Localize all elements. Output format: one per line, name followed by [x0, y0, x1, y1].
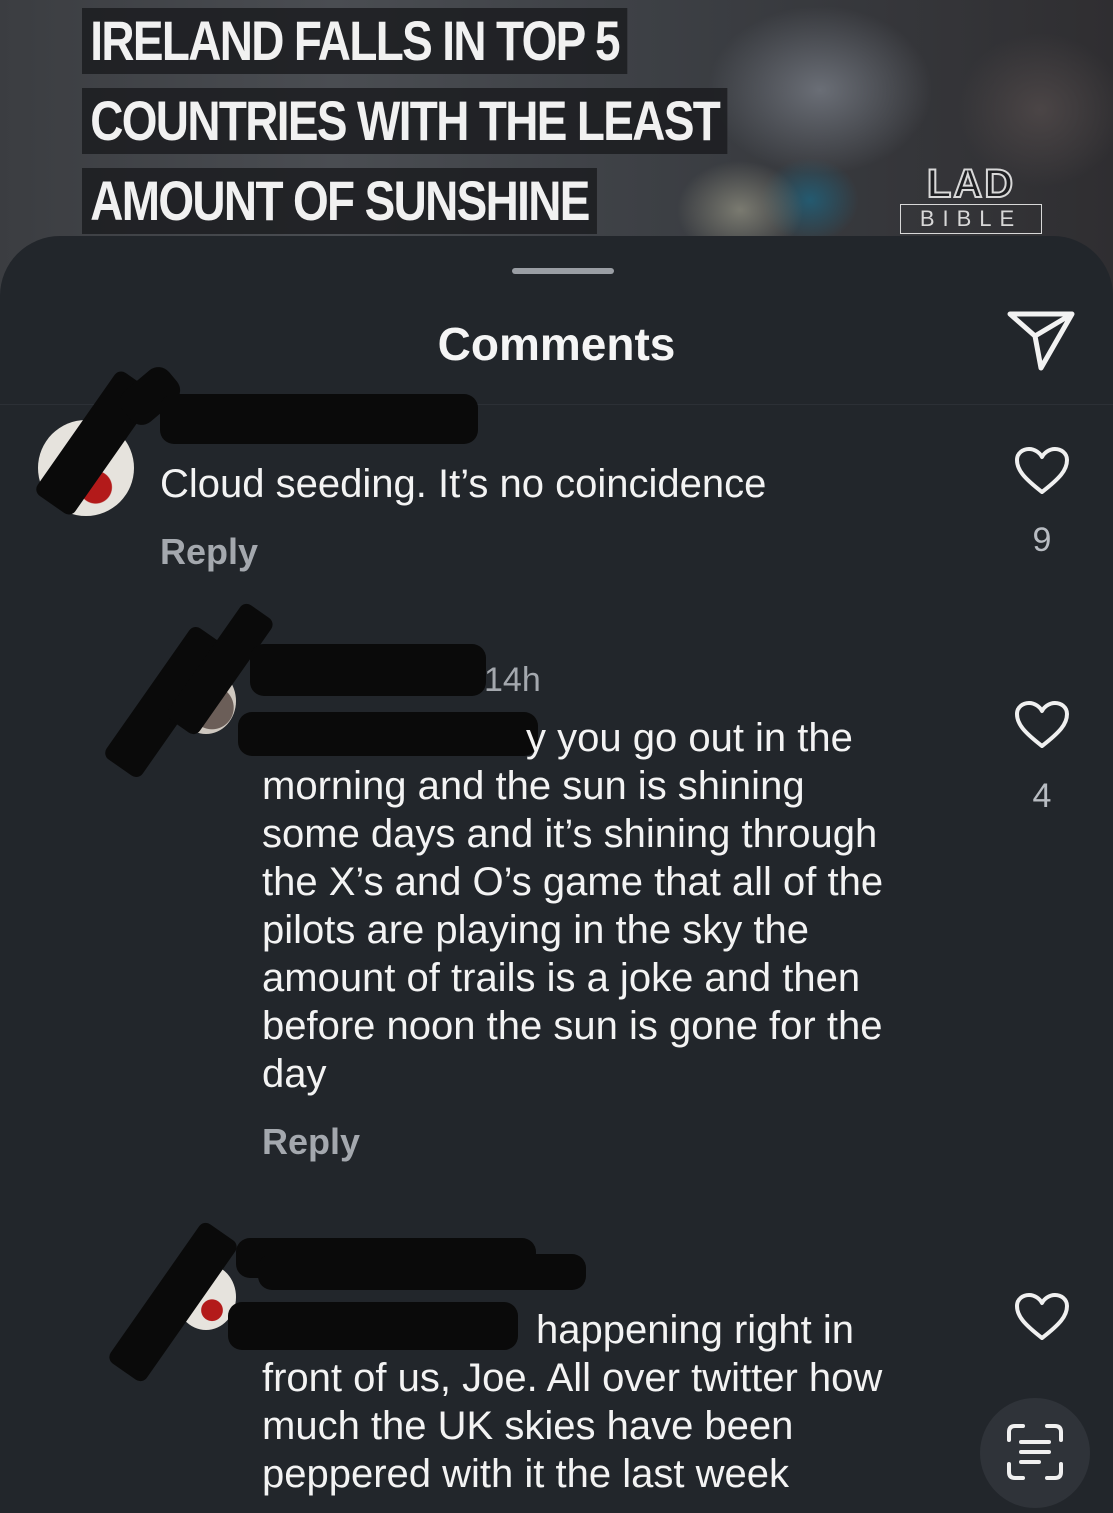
comment-text: front of us, Joe. All over twitter how m… — [262, 1356, 883, 1496]
headline-line-2: COUNTRIES WITH THE LEAST — [82, 88, 728, 154]
comment-text-first-line: y you go out in the — [526, 716, 853, 760]
username-redaction — [258, 1254, 586, 1290]
reply-button[interactable]: Reply — [262, 1120, 360, 1164]
sheet-title: Comments — [437, 318, 676, 370]
text-redaction — [238, 712, 538, 756]
logo-bible-text: BIBLE — [900, 204, 1042, 234]
text-redaction — [228, 1302, 518, 1350]
like-count: 9 — [1032, 521, 1052, 559]
comment-text-first-line: happening right in — [536, 1308, 855, 1352]
heart-outline-icon[interactable] — [1014, 446, 1070, 496]
comment-text: morning and the sun is shining some days… — [262, 764, 884, 1096]
headline-line-3: AMOUNT OF SUNSHINE — [82, 168, 597, 234]
username-redaction — [250, 644, 486, 696]
live-text-scan-button[interactable] — [980, 1398, 1090, 1508]
username-redaction — [160, 394, 478, 444]
ladbible-logo: LAD BIBLE — [900, 162, 1042, 234]
sheet-grabber[interactable] — [512, 268, 614, 274]
heart-outline-icon[interactable] — [1014, 700, 1070, 750]
headline-line-1: IRELAND FALLS IN TOP 5 — [82, 8, 628, 74]
text-scan-icon — [1007, 1424, 1063, 1480]
logo-lad-text: LAD — [926, 162, 1016, 206]
heart-outline-icon[interactable] — [1014, 1292, 1070, 1342]
comment-timestamp: 14h — [484, 661, 541, 699]
comment-text: Cloud seeding. It’s no coincidence — [160, 462, 767, 506]
like-count: 4 — [1032, 777, 1052, 815]
paper-plane-icon[interactable] — [1005, 308, 1077, 372]
reply-button[interactable]: Reply — [160, 530, 258, 574]
